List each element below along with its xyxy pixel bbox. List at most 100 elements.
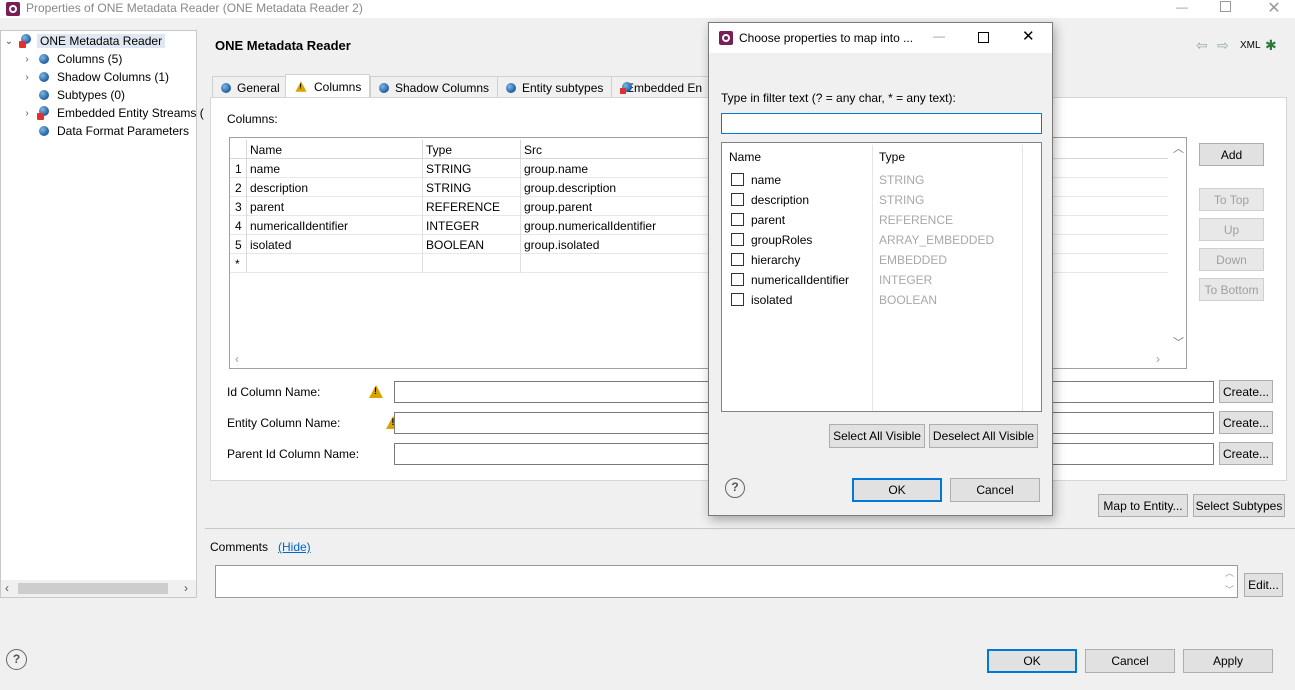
tree-item-shadow-columns[interactable]: › Shadow Columns (1) <box>21 68 169 86</box>
scroll-right-icon[interactable]: › <box>184 581 188 595</box>
list-item[interactable]: hierarchy EMBEDDED <box>722 249 1022 269</box>
cell-src[interactable]: group.numericalIdentifier <box>524 219 656 233</box>
tab-general[interactable]: General <box>212 76 289 98</box>
tab-entity-subtypes[interactable]: Entity subtypes <box>497 76 613 98</box>
chevron-right-icon[interactable]: › <box>21 72 33 83</box>
tab-shadow-columns[interactable]: Shadow Columns <box>370 76 499 98</box>
xml-label[interactable]: XML <box>1240 40 1261 51</box>
cell-name[interactable]: parent <box>250 200 284 214</box>
list-item[interactable]: isolated BOOLEAN <box>722 289 1022 309</box>
bug-icon[interactable]: ✱ <box>1265 37 1277 54</box>
dialog-ok-button[interactable]: OK <box>852 478 942 502</box>
scrollbar-thumb[interactable] <box>18 583 168 594</box>
item-checkbox[interactable] <box>731 213 744 226</box>
up-button[interactable]: Up <box>1199 218 1264 241</box>
list-item[interactable]: numericalIdentifier INTEGER <box>722 269 1022 289</box>
forward-arrow-icon[interactable]: ⇨ <box>1217 37 1229 54</box>
down-button[interactable]: Down <box>1199 248 1264 271</box>
item-type: REFERENCE <box>879 213 954 227</box>
properties-list[interactable]: Name Type name STRING description STRING par… <box>721 142 1042 412</box>
item-checkbox[interactable] <box>731 233 744 246</box>
cell-type[interactable]: BOOLEAN <box>426 238 484 252</box>
to-bottom-button[interactable]: To Bottom <box>1199 278 1264 301</box>
cell-type[interactable]: INTEGER <box>426 219 479 233</box>
item-checkbox[interactable] <box>731 273 744 286</box>
tree-item-columns[interactable]: › Columns (5) <box>21 50 122 68</box>
cell-type[interactable]: REFERENCE <box>426 200 500 214</box>
create-id-column-button[interactable]: Create... <box>1219 380 1273 403</box>
table-vertical-scrollbar[interactable]: ︿ ﹀ <box>1169 138 1186 352</box>
scroll-up-icon[interactable]: ︿ <box>1225 566 1234 579</box>
tree-horizontal-scrollbar[interactable]: ‹ › <box>1 580 196 597</box>
help-icon[interactable]: ? <box>6 649 27 670</box>
cell-src[interactable]: group.name <box>524 162 588 176</box>
list-item[interactable]: groupRoles ARRAY_EMBEDDED <box>722 229 1022 249</box>
tree-item-data-format-parameters[interactable]: Data Format Parameters <box>21 122 189 140</box>
list-header-name[interactable]: Name <box>729 150 761 164</box>
list-header-type[interactable]: Type <box>879 150 905 164</box>
cell-src[interactable]: group.isolated <box>524 238 599 252</box>
cell-src[interactable]: group.parent <box>524 200 592 214</box>
tab-embedded-entity-streams[interactable]: Embedded En <box>611 76 711 98</box>
header-src[interactable]: Src <box>524 143 542 157</box>
item-checkbox[interactable] <box>731 173 744 186</box>
apply-button[interactable]: Apply <box>1183 649 1273 673</box>
select-subtypes-button[interactable]: Select Subtypes <box>1193 494 1285 517</box>
window-title: Properties of ONE Metadata Reader (ONE M… <box>26 1 363 15</box>
cell-type[interactable]: STRING <box>426 162 471 176</box>
chevron-right-icon[interactable]: › <box>21 54 33 65</box>
scroll-right-icon[interactable]: › <box>1156 352 1160 366</box>
minimize-icon[interactable]: — <box>933 29 945 43</box>
cancel-button[interactable]: Cancel <box>1085 649 1175 673</box>
item-checkbox[interactable] <box>731 293 744 306</box>
cell-type[interactable]: STRING <box>426 181 471 195</box>
cell-src[interactable]: group.description <box>524 181 616 195</box>
scroll-down-icon[interactable]: ﹀ <box>1173 334 1184 350</box>
create-entity-column-button[interactable]: Create... <box>1219 411 1273 434</box>
tree-item-embedded-entity-streams[interactable]: › Embedded Entity Streams ( <box>21 104 204 122</box>
cell-name[interactable]: description <box>250 181 308 195</box>
tree-item-subtypes[interactable]: Subtypes (0) <box>21 86 125 104</box>
ok-button[interactable]: OK <box>987 649 1077 673</box>
back-arrow-icon[interactable]: ⇦ <box>1196 37 1208 54</box>
tree-root-label: ONE Metadata Reader <box>37 34 166 48</box>
maximize-icon[interactable] <box>1220 1 1231 12</box>
scroll-left-icon[interactable]: ‹ <box>235 352 239 366</box>
list-item[interactable]: description STRING <box>722 189 1022 209</box>
create-parent-id-column-button[interactable]: Create... <box>1219 442 1273 465</box>
list-item[interactable]: name STRING <box>722 169 1022 189</box>
edit-comments-button[interactable]: Edit... <box>1244 573 1283 597</box>
filter-input[interactable] <box>721 113 1042 134</box>
header-name[interactable]: Name <box>250 143 282 157</box>
deselect-all-visible-button[interactable]: Deselect All Visible <box>929 424 1038 448</box>
map-to-entity-button[interactable]: Map to Entity... <box>1098 494 1188 517</box>
chevron-down-icon[interactable]: ⌄ <box>3 36 15 47</box>
chevron-right-icon[interactable]: › <box>21 108 33 119</box>
tab-columns[interactable]: Columns <box>285 74 371 98</box>
tree-item-label: Data Format Parameters <box>57 124 190 138</box>
comments-textarea[interactable]: ︿ ﹀ <box>215 565 1238 598</box>
list-item[interactable]: parent REFERENCE <box>722 209 1022 229</box>
scroll-left-icon[interactable]: ‹ <box>5 581 9 595</box>
tree-root[interactable]: ⌄ ONE Metadata Reader <box>3 32 166 50</box>
row-number: 5 <box>235 238 242 252</box>
item-checkbox[interactable] <box>731 253 744 266</box>
close-icon[interactable]: ✕ <box>1022 27 1035 45</box>
to-top-button[interactable]: To Top <box>1199 188 1264 211</box>
dialog-cancel-button[interactable]: Cancel <box>950 478 1040 502</box>
add-button[interactable]: Add <box>1199 143 1264 166</box>
help-icon[interactable]: ? <box>725 478 745 498</box>
maximize-icon[interactable] <box>978 32 989 43</box>
header-type[interactable]: Type <box>426 143 452 157</box>
minimize-icon[interactable]: — <box>1172 0 1192 14</box>
cell-name[interactable]: name <box>250 162 280 176</box>
cell-name[interactable]: numericalIdentifier <box>250 219 348 233</box>
scroll-down-icon[interactable]: ﹀ <box>1225 583 1234 596</box>
hide-comments-link[interactable]: (Hide) <box>278 540 311 554</box>
close-icon[interactable]: ✕ <box>1264 0 1284 18</box>
scroll-up-icon[interactable]: ︿ <box>1173 140 1184 156</box>
select-all-visible-button[interactable]: Select All Visible <box>829 424 925 448</box>
general-icon <box>221 82 231 93</box>
item-checkbox[interactable] <box>731 193 744 206</box>
cell-name[interactable]: isolated <box>250 238 291 252</box>
